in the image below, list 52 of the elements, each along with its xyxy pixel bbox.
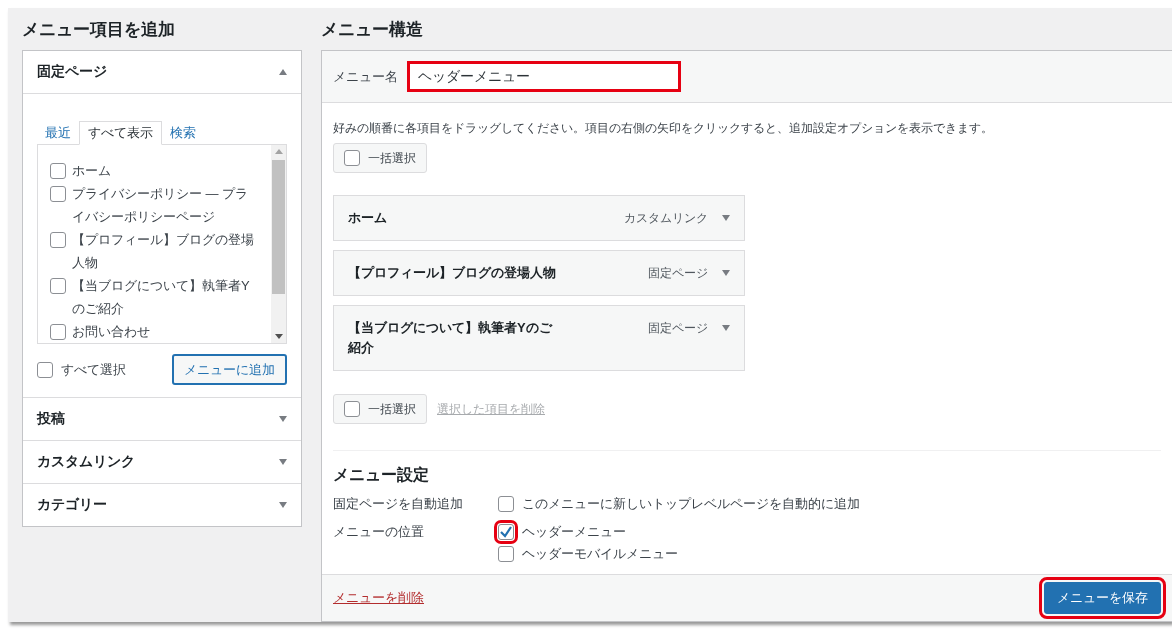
delete-menu-link[interactable]: メニューを削除 (333, 589, 424, 607)
menu-item-bar[interactable]: 【プロフィール】ブログの登場人物 固定ページ (333, 250, 745, 296)
item-type-label: 固定ページ (648, 265, 708, 282)
expand-arrow-icon[interactable] (722, 270, 730, 276)
checkbox[interactable] (50, 278, 66, 294)
checkbox[interactable] (498, 546, 514, 562)
accordion-header[interactable]: 固定ページ (23, 51, 301, 93)
item-type-label: 固定ページ (648, 320, 708, 337)
tab[interactable]: 検索 (162, 122, 204, 144)
menu-name-label: メニュー名 (333, 67, 398, 86)
accordion-header[interactable]: カテゴリー (23, 483, 301, 526)
page-label: ホーム (72, 162, 112, 180)
accordion-header[interactable]: 投稿 (23, 397, 301, 440)
scrollbar[interactable] (271, 145, 286, 343)
checkbox[interactable] (50, 186, 66, 202)
menu-item-bar[interactable]: ホーム カスタムリンク (333, 195, 745, 241)
item-type-label: カスタムリンク (624, 210, 708, 227)
tab[interactable]: 最近 (37, 122, 79, 144)
menu-name-field[interactable]: ヘッダーメニュー (407, 61, 681, 92)
page-label: お問い合わせ (72, 323, 151, 341)
accordion-header[interactable]: カスタムリンク (23, 440, 301, 483)
page-label: 【プロフィール】ブログの登場人物 (72, 231, 255, 272)
checkbox[interactable] (344, 401, 360, 417)
collapse-arrow-icon[interactable] (279, 69, 287, 75)
expand-arrow-icon[interactable] (279, 502, 287, 508)
option-label: このメニューに新しいトップレベルページを自動的に追加 (522, 495, 860, 513)
expand-arrow-icon[interactable] (279, 416, 287, 422)
option-label: ヘッダーモバイルメニュー (522, 545, 678, 563)
page-label: 【当ブログについて】執筆者Yのご紹介 (72, 277, 251, 318)
menu-item-bar[interactable]: 【当ブログについて】執筆者Yのご紹介 固定ページ (333, 305, 745, 371)
settings-title: メニュー設定 (333, 465, 430, 485)
expand-arrow-icon[interactable] (279, 459, 287, 465)
page-label: プライバシーポリシー — プライバシーポリシーページ (72, 185, 250, 226)
option-label: ヘッダーメニュー (522, 523, 626, 541)
setting-label: メニューの位置 (333, 523, 425, 541)
checkbox[interactable] (37, 361, 53, 378)
expand-arrow-icon[interactable] (722, 215, 730, 221)
instructions-text: 好みの順番に各項目をドラッグしてください。項目の右側の矢印をクリックすると、追加設定オプションを表示できます。 (333, 120, 994, 137)
section-title: メニュー構造 (321, 18, 424, 41)
expand-arrow-icon[interactable] (722, 325, 730, 331)
select-all-label: すべて選択 (61, 360, 126, 379)
checkbox[interactable] (50, 324, 66, 340)
checkbox[interactable] (344, 150, 360, 166)
tab[interactable]: すべて表示 (79, 121, 162, 145)
checkbox[interactable] (50, 163, 66, 179)
section-title: メニュー項目を追加 (22, 18, 176, 41)
checkbox[interactable] (50, 232, 66, 248)
checkbox[interactable] (498, 496, 514, 512)
bulk-select-control[interactable]: 一括選択 (333, 394, 427, 424)
add-to-menu-button[interactable]: メニューに追加 (172, 354, 287, 385)
setting-label: 固定ページを自動追加 (333, 495, 464, 513)
bulk-select-control[interactable]: 一括選択 (333, 143, 427, 173)
